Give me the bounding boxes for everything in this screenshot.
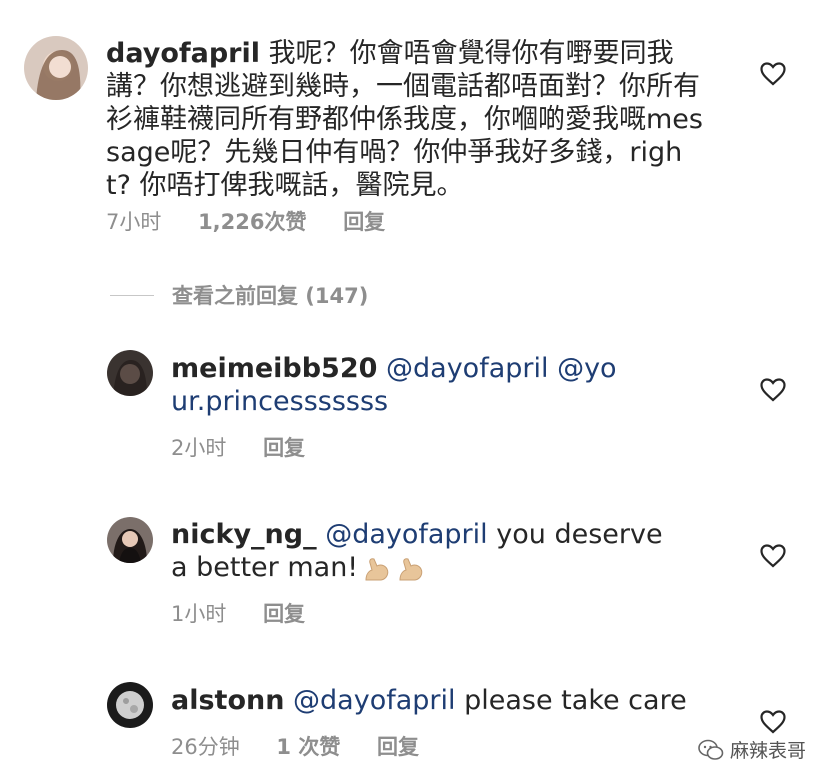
view-previous-label[interactable]: 查看之前回复 (147) [172, 280, 368, 310]
divider-line [110, 294, 154, 296]
heart-icon[interactable] [760, 62, 786, 86]
like-count[interactable]: 1,226次赞 [198, 210, 306, 234]
flexed-biceps-emoji [399, 557, 423, 580]
mention-link[interactable]: @dayofapril [293, 685, 455, 716]
mention-link[interactable]: @dayofapril [325, 519, 487, 550]
avatar[interactable] [107, 350, 153, 396]
reply-button[interactable]: 回复 [377, 735, 419, 759]
heart-icon[interactable] [760, 378, 786, 402]
wechat-icon [698, 739, 724, 760]
view-previous-replies[interactable]: 查看之前回复 (147) [110, 282, 368, 308]
comment-meta: 2小时 回复 [171, 435, 335, 461]
like-count[interactable]: 1 次赞 [276, 735, 340, 759]
heart-icon[interactable] [760, 710, 786, 734]
username[interactable]: meimeibb520 [171, 353, 377, 384]
watermark: 麻辣表哥 [698, 736, 806, 763]
comment-body: alstonn @dayofapril please take care [171, 684, 691, 717]
avatar[interactable] [107, 517, 153, 563]
comment-body: nicky_ng_ @dayofapril you deserve a bett… [171, 518, 671, 584]
username[interactable]: dayofapril [106, 38, 260, 69]
timestamp: 1小时 [171, 602, 227, 626]
heart-icon[interactable] [760, 544, 786, 568]
watermark-text: 麻辣表哥 [729, 740, 806, 762]
reply-button[interactable]: 回复 [263, 436, 305, 460]
comment-text: please take care [464, 685, 687, 716]
flexed-biceps-emoji [365, 557, 389, 580]
avatar[interactable] [107, 682, 153, 728]
timestamp: 26分钟 [171, 735, 240, 759]
timestamp: 7小时 [106, 210, 162, 234]
comment-meta: 1小时 回复 [171, 601, 335, 627]
username[interactable]: nicky_ng_ [171, 519, 317, 550]
username[interactable]: alstonn [171, 685, 284, 716]
comment-body: dayofapril 我呢？你會唔會覺得你有嘢要同我講？你想逃避到幾時，一個電話… [106, 37, 706, 202]
reply-button[interactable]: 回复 [263, 602, 305, 626]
reply-button[interactable]: 回复 [343, 210, 385, 234]
comment-meta: 7小时 1,226次赞 回复 [106, 209, 415, 235]
avatar[interactable] [24, 36, 88, 100]
timestamp: 2小时 [171, 436, 227, 460]
comment-body: meimeibb520 @dayofapril @your.princessss… [171, 352, 631, 418]
comment-meta: 26分钟 1 次赞 回复 [171, 734, 449, 760]
